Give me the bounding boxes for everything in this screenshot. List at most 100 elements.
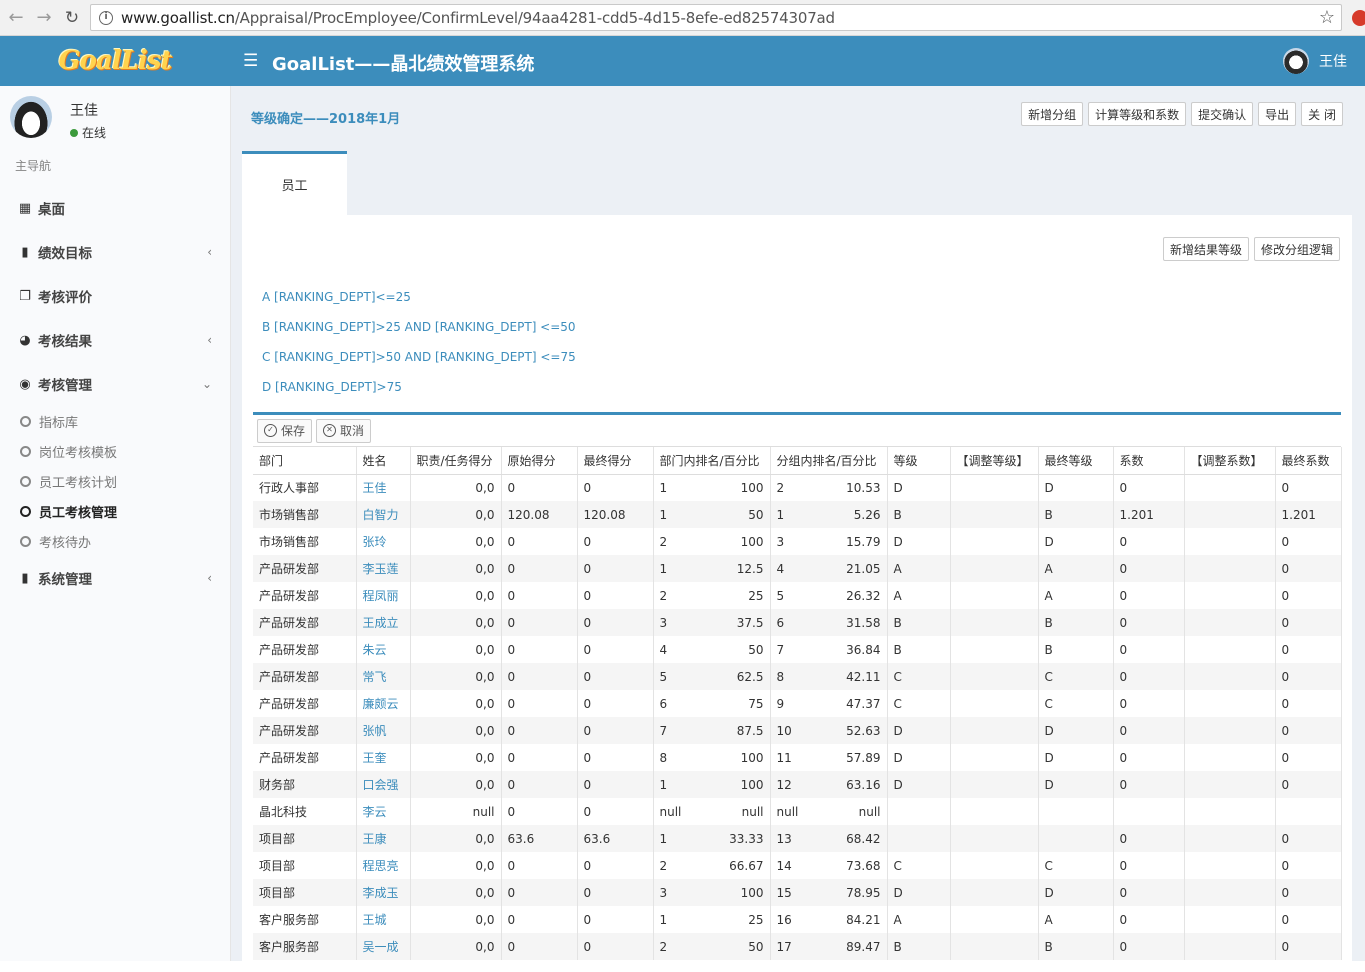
name-cell[interactable]: 程思亮	[356, 852, 411, 879]
raw-score-cell: 0	[501, 609, 578, 636]
table-row[interactable]: 项目部 李成玉 0,0 0 0 3 100 15 78.95 D D 0 0	[253, 879, 1342, 906]
table-row[interactable]: 行政人事部 王佳 0,0 0 0 1 100 2 10.53 D D 0 0	[253, 474, 1342, 501]
table-row[interactable]: 产品研发部 朱云 0,0 0 0 4 50 7 36.84 B B 0 0	[253, 636, 1342, 663]
table-row[interactable]: 产品研发部 李玉莲 0,0 0 0 1 12.5 4 21.05 A A 0 0	[253, 555, 1342, 582]
sidebar-item-desktop[interactable]: ▦ 桌面	[0, 186, 230, 230]
column-header[interactable]: 系数	[1113, 447, 1185, 475]
dept-rank-cell: 5 62.5	[653, 663, 771, 690]
column-header[interactable]: 职责/任务得分	[410, 447, 502, 475]
adjust-level-cell	[950, 744, 1039, 771]
column-header[interactable]: 最终等级	[1038, 447, 1114, 475]
adjust-level-cell	[950, 555, 1039, 582]
submit-button[interactable]: 提交确认	[1191, 102, 1254, 126]
column-header[interactable]: 分组内排名/百分比	[770, 447, 888, 475]
table-row[interactable]: 市场销售部 白智力 0,0 120.08 120.08 1 50 1 5.26 B B 1.201 1.…	[253, 501, 1342, 528]
table-row[interactable]: 产品研发部 程凤丽 0,0 0 0 2 25 5 26.32 A A 0 0	[253, 582, 1342, 609]
sidebar-subitem-indicators[interactable]: 指标库	[0, 406, 230, 436]
name-cell[interactable]: 白智力	[356, 501, 411, 528]
table-row[interactable]: 产品研发部 常飞 0,0 0 0 5 62.5 8 42.11 C C 0 0	[253, 663, 1342, 690]
column-header[interactable]: 【调整等级】	[950, 447, 1039, 475]
column-header[interactable]: 最终得分	[577, 447, 654, 475]
level-cell: A	[887, 582, 951, 609]
name-cell[interactable]: 王康	[356, 825, 411, 852]
forward-icon[interactable]: →	[32, 6, 56, 30]
sidebar-subitem-todo[interactable]: 考核待办	[0, 526, 230, 556]
sidebar-item-management[interactable]: ◉ 考核管理 ⌄	[0, 362, 230, 406]
name-cell[interactable]: 张玲	[356, 528, 411, 555]
coefficient-cell: 0	[1113, 771, 1185, 798]
adjust-coefficient-cell	[1184, 690, 1276, 717]
percent-value: 12.5	[736, 561, 764, 576]
calculate-button[interactable]: 计算等级和系数	[1088, 102, 1187, 126]
column-header[interactable]: 部门	[253, 447, 357, 475]
dept-cell: 产品研发部	[253, 717, 357, 744]
table-row[interactable]: 财务部 口会强 0,0 0 0 1 100 12 63.16 D D 0 0	[253, 771, 1342, 798]
table-row[interactable]: 产品研发部 王成立 0,0 0 0 3 37.5 6 31.58 B B 0 0	[253, 609, 1342, 636]
sidebar-item-results[interactable]: ◕ 考核结果 ‹	[0, 318, 230, 362]
name-cell[interactable]: 廉颇云	[356, 690, 411, 717]
rule-item[interactable]: C [RANKING_DEPT]>50 AND [RANKING_DEPT] <…	[262, 349, 576, 379]
percent-value: 84.21	[846, 912, 881, 927]
table-row[interactable]: 晶北科技 李云 null 0 0 null null null null	[253, 798, 1342, 825]
url-text[interactable]: www.goallist.cn/Appraisal/ProcEmployee/C…	[121, 9, 835, 27]
rule-item[interactable]: B [RANKING_DEPT]>25 AND [RANKING_DEPT] <…	[262, 319, 576, 349]
table-row[interactable]: 市场销售部 张玲 0,0 0 0 2 100 3 15.79 D D 0 0	[253, 528, 1342, 555]
add-group-button[interactable]: 新增分组	[1021, 102, 1084, 126]
close-button[interactable]: 关 闭	[1301, 102, 1343, 126]
table-row[interactable]: 项目部 王康 0,0 63.6 63.6 1 33.33 13 68.42 0 0	[253, 825, 1342, 852]
rank-value: 7	[659, 723, 668, 738]
dept-cell: 客户服务部	[253, 906, 357, 933]
info-icon[interactable]: i	[99, 10, 113, 25]
logo[interactable]: GoalList	[0, 36, 230, 86]
name-cell[interactable]: 吴一成	[356, 933, 411, 960]
column-header[interactable]: 原始得分	[501, 447, 578, 475]
name-cell[interactable]: 朱云	[356, 636, 411, 663]
bookmark-star-icon[interactable]: ☆	[1319, 7, 1335, 28]
name-cell[interactable]: 李玉莲	[356, 555, 411, 582]
column-header[interactable]: 姓名	[356, 447, 411, 475]
cancel-button[interactable]: ✕ 取消	[316, 418, 372, 443]
table-row[interactable]: 客户服务部 吴一成 0,0 0 0 2 50 17 89.47 B B 0 0	[253, 933, 1342, 960]
rule-item[interactable]: D [RANKING_DEPT]>75	[262, 379, 576, 409]
sidebar-subitem-employee-management[interactable]: 员工考核管理	[0, 496, 230, 526]
table-row[interactable]: 客户服务部 王城 0,0 0 0 1 25 16 84.21 A A 0 0	[253, 906, 1342, 933]
table-row[interactable]: 产品研发部 廉颇云 0,0 0 0 6 75 9 47.37 C C 0 0	[253, 690, 1342, 717]
tab-employee[interactable]: 员工	[242, 151, 347, 215]
name-cell[interactable]: 李成玉	[356, 879, 411, 906]
menu-toggle-icon[interactable]: ☰	[243, 51, 258, 71]
table-row[interactable]: 项目部 程思亮 0,0 0 0 2 66.67 14 73.68 C C 0 0	[253, 852, 1342, 879]
export-button[interactable]: 导出	[1258, 102, 1297, 126]
adjust-level-cell	[950, 771, 1039, 798]
back-icon[interactable]: ←	[4, 6, 28, 30]
sidebar-subitem-plans[interactable]: 员工考核计划	[0, 466, 230, 496]
coefficient-cell: 1.201	[1113, 501, 1185, 528]
table-row[interactable]: 产品研发部 王奎 0,0 0 0 8 100 11 57.89 D D 0 0	[253, 744, 1342, 771]
name-cell[interactable]: 李云	[356, 798, 411, 825]
table-row[interactable]: 产品研发部 张帆 0,0 0 0 7 87.5 10 52.63 D D 0 0	[253, 717, 1342, 744]
edit-group-logic-button[interactable]: 修改分组逻辑	[1253, 237, 1340, 261]
sidebar-item-goals[interactable]: ▮ 绩效目标 ‹	[0, 230, 230, 274]
column-header[interactable]: 【调整系数】	[1184, 447, 1276, 475]
sidebar-subitem-templates[interactable]: 岗位考核模板	[0, 436, 230, 466]
name-cell[interactable]: 张帆	[356, 717, 411, 744]
rule-item[interactable]: A [RANKING_DEPT]<=25	[262, 289, 576, 319]
name-cell[interactable]: 口会强	[356, 771, 411, 798]
name-cell[interactable]: 王佳	[356, 474, 411, 501]
name-cell[interactable]: 王奎	[356, 744, 411, 771]
address-bar[interactable]: i www.goallist.cn/Appraisal/ProcEmployee…	[90, 4, 1342, 31]
name-cell[interactable]: 王成立	[356, 609, 411, 636]
reload-icon[interactable]: ↻	[60, 6, 84, 30]
sidebar-item-evaluation[interactable]: ❐ 考核评价	[0, 274, 230, 318]
name-cell[interactable]: 王城	[356, 906, 411, 933]
add-level-button[interactable]: 新增结果等级	[1162, 237, 1249, 261]
name-cell[interactable]: 常飞	[356, 663, 411, 690]
column-header[interactable]: 部门内排名/百分比	[653, 447, 771, 475]
header-user-menu[interactable]: 王佳	[1283, 48, 1347, 74]
column-header[interactable]: 等级	[887, 447, 951, 475]
save-button[interactable]: ✓ 保存	[257, 418, 313, 443]
sidebar-item-system[interactable]: ▮ 系统管理 ‹	[0, 556, 230, 600]
name-cell[interactable]: 程凤丽	[356, 582, 411, 609]
extension-icon[interactable]	[1352, 10, 1365, 26]
final-coefficient-cell: 0	[1275, 528, 1342, 555]
column-header[interactable]: 最终系数	[1275, 447, 1342, 475]
